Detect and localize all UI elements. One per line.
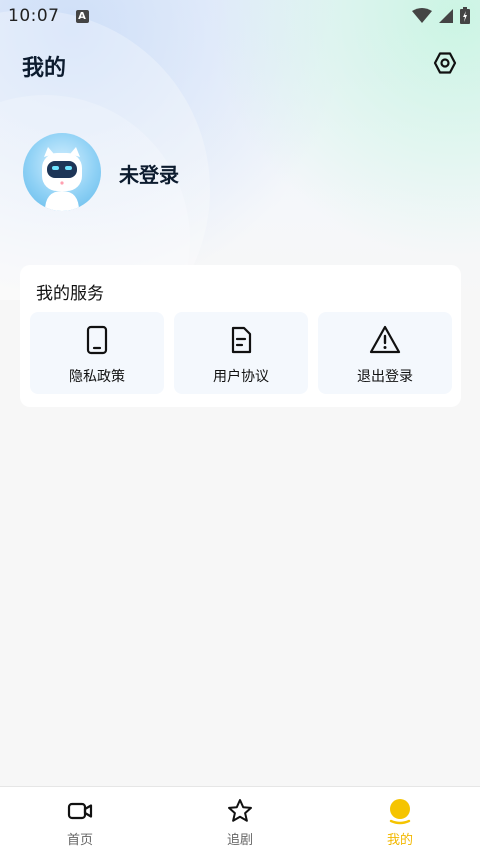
tab-follow[interactable]: 追剧: [200, 787, 280, 852]
profile-dot-icon: [389, 799, 411, 825]
avatar[interactable]: [23, 133, 101, 211]
privacy-policy-button[interactable]: 隐私政策: [30, 312, 164, 394]
robot-avatar-icon: [42, 147, 82, 211]
bottom-tab-bar: 首页 追剧 我的: [0, 786, 480, 852]
services-title: 我的服务: [36, 284, 104, 304]
logout-button[interactable]: 退出登录: [318, 312, 452, 394]
star-icon: [228, 799, 252, 822]
tab-mine-label: 我的: [386, 833, 413, 848]
username[interactable]: 未登录: [119, 159, 179, 188]
settings-hexagon-icon: [433, 52, 457, 74]
user-agreement-label: 用户协议: [213, 369, 269, 385]
battery-icon: [460, 7, 470, 24]
wifi-icon: [412, 7, 432, 23]
tab-mine[interactable]: 我的: [360, 787, 440, 852]
status-bar: 10:07 A: [0, 0, 480, 32]
services-card: 我的服务 隐私政策 用户协议 退出登录: [20, 265, 461, 407]
tab-follow-label: 追剧: [226, 833, 253, 848]
document-icon: [231, 326, 252, 354]
settings-button[interactable]: [432, 50, 458, 76]
page-title: 我的: [22, 56, 67, 81]
signal-icon: [439, 8, 453, 23]
phone-icon: [86, 325, 108, 355]
privacy-policy-label: 隐私政策: [69, 369, 125, 385]
warning-icon: [369, 325, 401, 354]
status-icons: [412, 7, 470, 24]
tab-home[interactable]: 首页: [40, 787, 120, 852]
user-agreement-button[interactable]: 用户协议: [174, 312, 308, 394]
video-camera-icon: [67, 802, 93, 820]
status-time: 10:07: [8, 6, 60, 26]
notification-badge: A: [75, 9, 89, 23]
logout-label: 退出登录: [357, 369, 413, 385]
tab-home-label: 首页: [66, 833, 93, 848]
